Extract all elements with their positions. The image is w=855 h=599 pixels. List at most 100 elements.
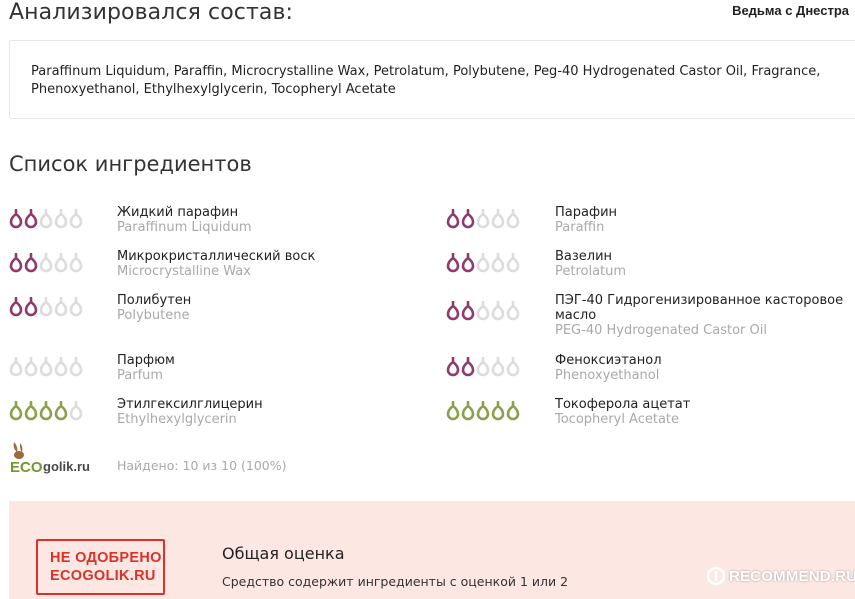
composition-box: Paraffinum Liquidum, Paraffin, Microcrys… <box>9 40 855 119</box>
rating-drop-icon <box>506 401 520 421</box>
ingredient-name-ru[interactable]: Парфюм <box>117 353 422 368</box>
rating-drop-icon <box>446 253 460 273</box>
ingredient-names: Вазелин Petrolatum <box>555 249 855 279</box>
composition-ingredient[interactable]: Paraffinum Liquidum <box>31 64 166 79</box>
ingredient-name-ru[interactable]: Жидкий парафин <box>117 205 422 220</box>
rating-drop-icon <box>69 297 83 317</box>
rating-drop-icon <box>446 401 460 421</box>
rating-drop-icon <box>506 301 520 321</box>
ingredient-name-ru[interactable]: Вазелин <box>555 249 855 264</box>
rating-drop-icon <box>24 357 38 377</box>
composition-separator: , <box>444 64 449 79</box>
rating-drop-icon <box>9 209 23 229</box>
ingredient-rating <box>9 357 83 377</box>
rating-drop-icon <box>39 401 53 421</box>
composition-ingredient[interactable]: Petrolatum <box>374 64 445 79</box>
ingredient-rating <box>9 253 83 273</box>
composition-ingredient[interactable]: Phenoxyethanol <box>31 82 135 97</box>
rating-drop-icon <box>491 301 505 321</box>
rating-drop-icon <box>476 209 490 229</box>
rating-drop-icon <box>39 253 53 273</box>
ingredient-rating <box>446 401 520 421</box>
logo-eco-text: ECO <box>10 459 43 476</box>
composition-separator: , <box>743 64 748 79</box>
ingredient-name-ru[interactable]: Этилгексилглицерин <box>117 397 422 412</box>
rating-drop-icon <box>506 357 520 377</box>
rating-drop-icon <box>476 253 490 273</box>
ingredient-name-en: Polybutene <box>117 308 190 323</box>
composition-ingredient[interactable]: Paraffin <box>174 64 223 79</box>
ecogolik-logo[interactable]: ECO golik.ru <box>9 440 104 476</box>
ingredient-names: Токоферола ацетат Tocopheryl Acetate <box>555 397 855 427</box>
rating-drop-icon <box>446 301 460 321</box>
ingredient-rating <box>446 357 520 377</box>
ingredient-rating <box>446 301 520 321</box>
composition-ingredient[interactable]: Polybutene <box>453 64 525 79</box>
composition-separator: , <box>223 64 228 79</box>
rating-drop-icon <box>461 357 475 377</box>
ingredient-rating <box>9 297 83 317</box>
composition-text: Paraffinum Liquidum, Paraffin, Microcrys… <box>31 63 855 99</box>
ingredient-name-ru[interactable]: Полибутен <box>117 293 422 308</box>
stamp-line-2: ECOGOLIK.RU <box>50 568 156 584</box>
ingredient-names: ПЭГ-40 Гидрогенизированное касторовое ма… <box>555 293 855 338</box>
ingredient-rating <box>446 209 520 229</box>
rating-drop-icon <box>54 357 68 377</box>
composition-ingredient[interactable]: Peg-40 Hydrogenated Castor Oil <box>534 64 743 79</box>
page-title: Анализировался состав: <box>9 0 294 25</box>
ingredient-name-ru[interactable]: ПЭГ-40 Гидрогенизированное касторовое ма… <box>555 293 855 323</box>
rating-drop-icon <box>491 357 505 377</box>
rating-drop-icon <box>9 297 23 317</box>
rating-drop-icon <box>54 209 68 229</box>
ingredient-name-ru[interactable]: Феноксиэтанол <box>555 353 855 368</box>
composition-separator: , <box>365 64 370 79</box>
composition-separator: , <box>525 64 530 79</box>
rating-drop-icon <box>446 209 460 229</box>
ingredient-name-en: PEG-40 Hydrogenated Castor Oil <box>555 323 767 338</box>
rating-drop-icon <box>476 301 490 321</box>
ingredients-title: Список ингредиентов <box>9 152 252 176</box>
ingredient-names: Парафин Paraffin <box>555 205 855 235</box>
rating-drop-icon <box>461 253 475 273</box>
ingredient-names: Жидкий парафин Paraffinum Liquidum <box>117 205 422 235</box>
ingredient-name-en: Paraffinum Liquidum <box>117 220 252 235</box>
ingredient-name-en: Ethylhexylglycerin <box>117 412 237 427</box>
rating-drop-icon <box>461 209 475 229</box>
rating-drop-icon <box>54 401 68 421</box>
rating-drop-icon <box>69 209 83 229</box>
rating-drop-icon <box>476 357 490 377</box>
ingredient-name-ru[interactable]: Парафин <box>555 205 855 220</box>
rating-drop-icon <box>39 357 53 377</box>
ingredient-names: Парфюм Parfum <box>117 353 422 383</box>
composition-ingredient[interactable]: Ethylhexylglycerin <box>144 82 264 97</box>
rating-drop-icon <box>24 253 38 273</box>
composition-ingredient[interactable]: Microcrystalline Wax <box>231 64 365 79</box>
recommend-logo-icon <box>706 566 726 586</box>
rating-drop-icon <box>69 401 83 421</box>
composition-separator: , <box>816 64 821 79</box>
stamp-line-1: НЕ ОДОБРЕНО <box>50 550 162 566</box>
rabbit-icon <box>13 442 24 459</box>
verdict-title: Общая оценка <box>222 544 345 563</box>
recommend-watermark: RECOMMEND.RU <box>706 566 855 586</box>
rating-drop-icon <box>54 297 68 317</box>
author-name[interactable]: Ведьма с Днестра <box>732 3 849 18</box>
ingredient-name-en: Petrolatum <box>555 264 627 279</box>
ingredient-name-en: Parfum <box>117 368 164 383</box>
ingredient-names: Феноксиэтанол Phenoxyethanol <box>555 353 855 383</box>
ingredient-names: Микрокристаллический воск Microcrystallin… <box>117 249 422 279</box>
ingredient-name-ru[interactable]: Микрокристаллический воск <box>117 249 422 264</box>
composition-separator: , <box>263 82 268 97</box>
composition-ingredient[interactable]: Fragrance <box>751 64 816 79</box>
rating-drop-icon <box>491 253 505 273</box>
composition-separator: , <box>135 82 140 97</box>
ingredient-name-en: Paraffin <box>555 220 605 235</box>
watermark-text: RECOMMEND.RU <box>729 567 855 585</box>
found-count: Найдено: 10 из 10 (100%) <box>117 458 287 473</box>
ingredient-rating <box>9 401 83 421</box>
composition-separator: , <box>165 64 170 79</box>
rating-drop-icon <box>69 253 83 273</box>
composition-ingredient[interactable]: Tocopheryl Acetate <box>272 82 396 97</box>
ingredient-name-ru[interactable]: Токоферола ацетат <box>555 397 855 412</box>
ingredient-name-en: Microcrystalline Wax <box>117 264 251 279</box>
